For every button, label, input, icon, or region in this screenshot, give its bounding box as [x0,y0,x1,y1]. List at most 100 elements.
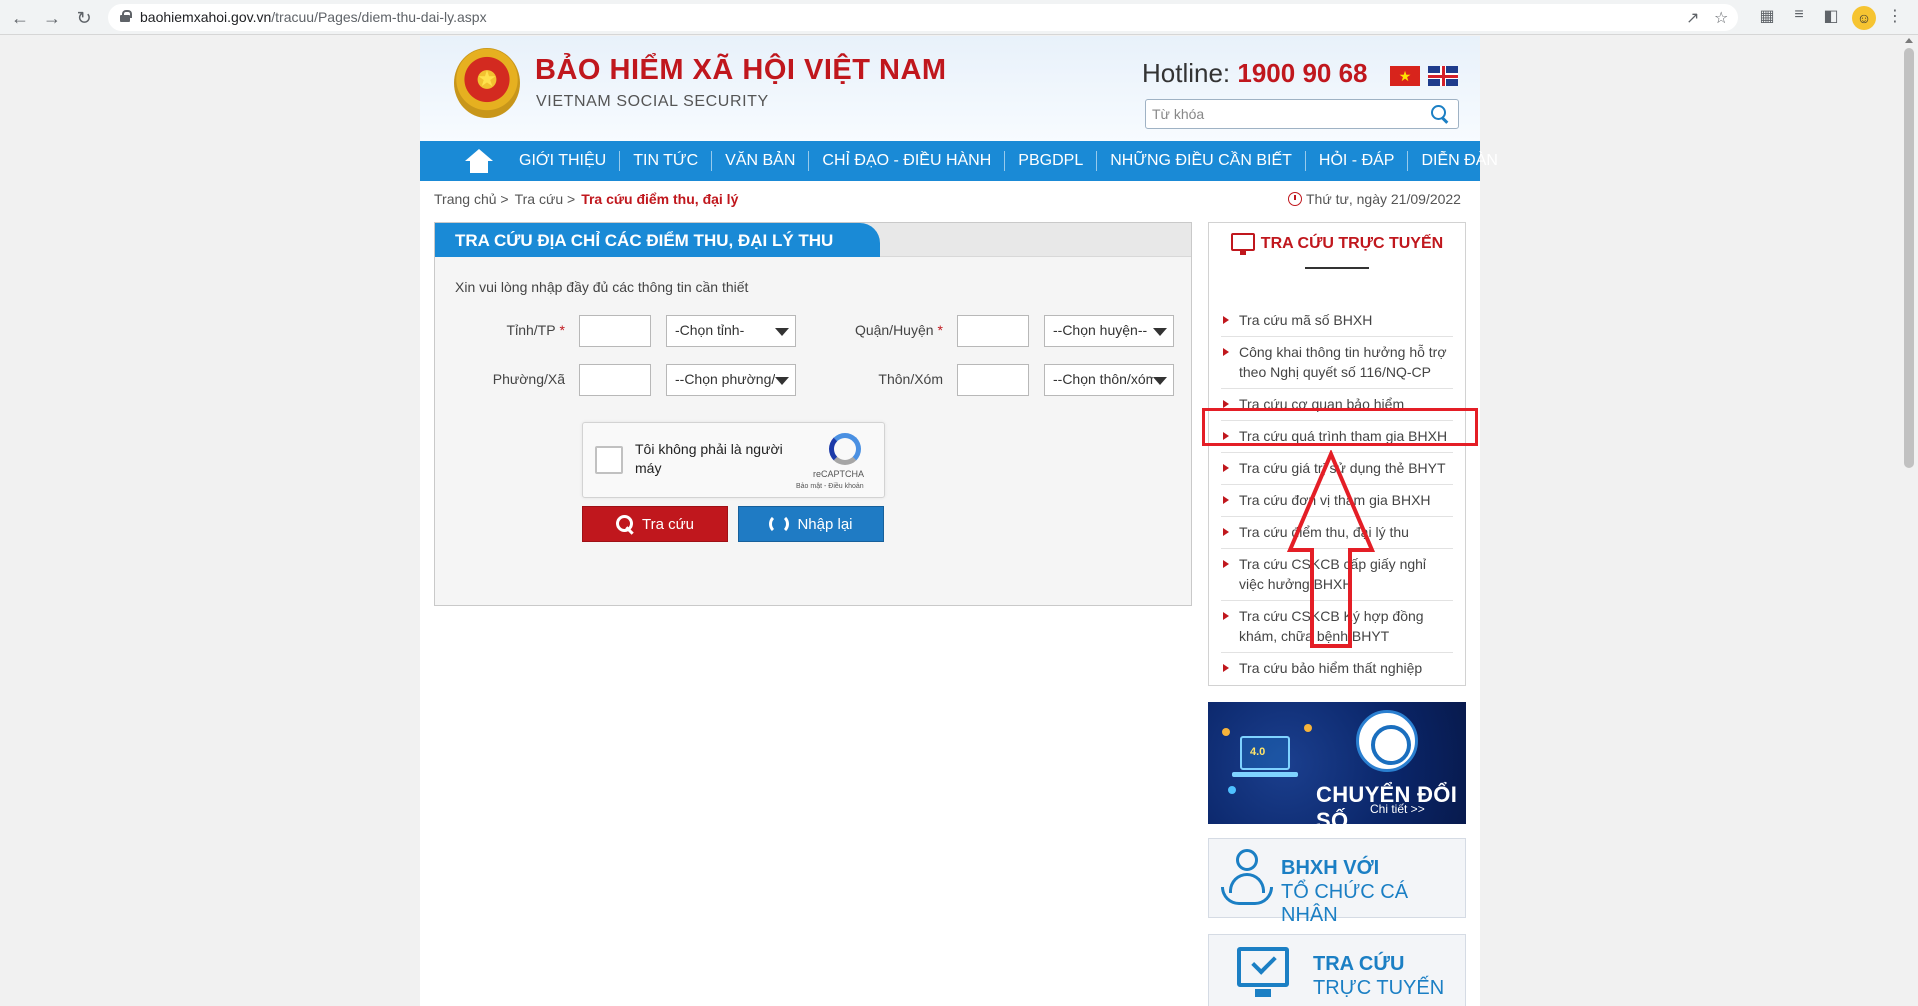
bhxh-banner-line2: TỔ CHỨC CÁ NHÂN [1281,881,1409,926]
date-text: Thứ tư, ngày 21/09/2022 [1306,191,1461,207]
ward-code-input[interactable] [579,364,651,396]
district-code-input[interactable] [957,315,1029,347]
industry-label: 4.0 [1250,746,1266,758]
site-title[interactable]: BẢO HIỂM XÃ HỘI VIỆT NAM [535,54,947,87]
scroll-thumb[interactable] [1904,48,1914,468]
emblem-star-icon: ★ [477,66,497,91]
decor-dot [1304,724,1312,732]
keyword-search-input[interactable] [1152,104,1422,124]
recaptcha-brand: reCAPTCHA [813,469,865,479]
back-icon[interactable]: ← [8,6,32,30]
chevron-down-icon [1153,377,1167,385]
nav-item-hoi-dap[interactable]: HỎI - ĐÁP [1306,151,1409,171]
sidebar-divider [1305,267,1369,269]
chevron-down-icon [1153,328,1167,336]
recaptcha-widget: Tôi không phải là người máy reCAPTCHA Bả… [582,422,885,498]
chevron-down-icon [775,377,789,385]
digital-banner-more[interactable]: Chi tiết >> [1370,802,1425,816]
recaptcha-checkbox[interactable] [595,446,623,474]
profile-icon[interactable]: ☺ [1852,6,1876,30]
national-emblem-logo[interactable]: ★ [454,48,520,118]
nav-item-gioi-thieu[interactable]: GIỚI THIỆU [506,151,621,171]
ward-select[interactable]: --Chọn phường/ [666,364,796,396]
search-button[interactable]: Tra cứu [582,506,728,542]
person-hands-icon [1219,849,1275,905]
recaptcha-links[interactable]: Bảo mật - Điều khoản [796,483,864,490]
sidebar-item-nghi-quyet-116[interactable]: Công khai thông tin hưởng hỗ trợ theo Ng… [1221,337,1453,389]
panel-title-tab: TRA CỨU ĐỊA CHỈ CÁC ĐIỂM THU, ĐẠI LÝ THU [435,223,880,257]
forward-icon[interactable]: → [40,6,64,30]
bhxh-organization-banner[interactable]: BHXH VỚI TỔ CHỨC CÁ NHÂN [1208,838,1466,926]
decor-dot [1228,786,1236,794]
annotation-arrow-icon [1286,450,1376,648]
village-select[interactable]: --Chọn thôn/xóm [1044,364,1174,396]
reload-icon[interactable]: ↻ [72,6,96,30]
village-label: Thôn/Xóm [878,371,943,387]
nav-item-dien-dan[interactable]: DIỄN ĐÀN [1408,151,1510,171]
breadcrumb-home[interactable]: Trang chủ > [434,191,509,207]
breadcrumb: Trang chủ > Tra cứu > Tra cứu điểm thu, … [434,191,744,207]
share-icon[interactable]: ↗ [1686,8,1699,28]
hotline-label: Hotline: [1142,58,1238,88]
laptop-base [1232,772,1298,777]
current-date: Thứ tư, ngày 21/09/2022 [1288,191,1461,207]
nav-item-nhung-dieu-can-biet[interactable]: NHỮNG ĐIỀU CẦN BIẾT [1097,151,1306,171]
site-subtitle: VIETNAM SOCIAL SECURITY [536,93,769,110]
bhxh-banner-line1: BHXH VỚI [1281,857,1380,879]
clock-icon [1288,192,1302,206]
lookup-banner-line2: TRỰC TUYẾN [1313,977,1445,999]
monitor-stand [1255,989,1271,997]
nav-item-tin-tuc[interactable]: TIN TỨC [620,151,713,171]
province-select[interactable]: -Chọn tỉnh- [666,315,796,347]
reading-list-icon[interactable]: ≡ [1788,6,1810,24]
url-text[interactable]: baohiemxahoi.gov.vn/tracuu/Pages/diem-th… [140,9,487,25]
kebab-menu-icon[interactable]: ⋮ [1884,6,1906,26]
sidebar-item-ma-so-bhxh[interactable]: Tra cứu mã số BHXH [1221,305,1453,337]
scroll-up-icon[interactable] [1905,38,1913,43]
sidebar-title: TRA CỨU TRỰC TUYẾN [1209,233,1465,255]
district-select[interactable]: --Chọn huyện-- [1044,315,1174,347]
form-instructions: Xin vui lòng nhập đầy đủ các thông tin c… [455,279,749,295]
hotline-number: 1900 90 68 [1237,58,1368,88]
refresh-icon [769,514,790,534]
panel-title: TRA CỨU ĐỊA CHỈ CÁC ĐIỂM THU, ĐẠI LÝ THU [455,231,834,250]
browser-toolbar: ← → ↻ baohiemxahoi.gov.vn/tracuu/Pages/d… [0,0,1918,35]
search-icon[interactable] [1430,104,1450,124]
hotline: Hotline: 1900 90 68 [1142,58,1368,89]
page-scrollbar[interactable] [1900,36,1918,1006]
nav-item-pbgdpl[interactable]: PBGDPL [1005,151,1098,171]
vietnamese-flag-icon[interactable]: ★ [1390,66,1420,86]
lookup-form-panel: TRA CỨU ĐỊA CHỈ CÁC ĐIỂM THU, ĐẠI LÝ THU… [434,222,1192,606]
province-label: Tỉnh/TP * [506,322,565,338]
lock-icon[interactable] [120,10,132,22]
vss-logo-icon [1356,710,1418,772]
breadcrumb-lookup[interactable]: Tra cứu > [515,191,576,207]
recaptcha-logo-icon [829,433,861,465]
address-bar[interactable]: baohiemxahoi.gov.vn/tracuu/Pages/diem-th… [108,4,1738,31]
monitor-check-icon [1230,233,1255,255]
home-icon[interactable] [464,149,494,173]
village-code-input[interactable] [957,364,1029,396]
main-nav: GIỚI THIỆU TIN TỨC VĂN BẢN CHỈ ĐẠO - ĐIỀ… [420,141,1498,181]
online-lookup-banner[interactable]: TRA CỨU TRỰC TUYẾN [1208,934,1466,1006]
sidebar-icon[interactable]: ◧ [1820,6,1842,26]
puzzle-icon[interactable]: ▦ [1756,6,1778,26]
sidebar-item-bao-hiem-that-nghiep[interactable]: Tra cứu bảo hiểm thất nghiệp [1221,653,1453,684]
province-code-input[interactable] [579,315,651,347]
keyword-search [1145,99,1459,129]
decor-dot [1222,728,1230,736]
site-header: ★ BẢO HIỂM XÃ HỘI VIỆT NAM VIETNAM SOCIA… [420,36,1480,141]
reset-button[interactable]: Nhập lại [738,506,884,542]
recaptcha-label: Tôi không phải là người máy [635,441,783,476]
breadcrumb-current: Tra cứu điểm thu, đại lý [581,191,739,207]
nav-item-van-ban[interactable]: VĂN BẢN [712,151,810,171]
monitor-check-icon [1237,947,1289,987]
digital-transformation-banner[interactable]: 4.0 CHUYỂN ĐỔI SỐ Chi tiết >> [1208,702,1466,824]
annotation-highlight-box [1202,408,1478,446]
district-label: Quận/Huyện * [854,322,943,338]
chevron-down-icon [775,328,789,336]
star-icon[interactable]: ☆ [1714,8,1728,28]
english-flag-icon[interactable] [1428,66,1458,86]
nav-item-chi-dao-dieu-hanh[interactable]: CHỈ ĐẠO - ĐIỀU HÀNH [809,151,1006,171]
lookup-banner-line1: TRA CỨU [1313,953,1405,975]
